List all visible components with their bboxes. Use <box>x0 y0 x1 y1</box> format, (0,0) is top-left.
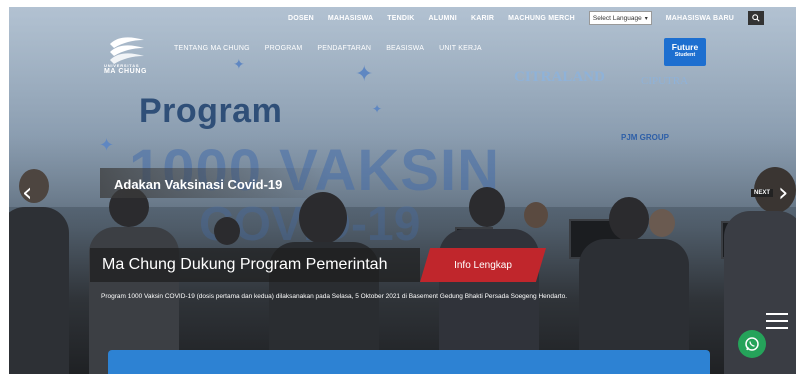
plus-decoration: ✦ <box>355 62 374 87</box>
plus-decoration: ✦ <box>99 135 115 156</box>
person-head <box>214 217 240 245</box>
main-nav-pendaftaran[interactable]: PENDAFTARAN <box>317 45 371 52</box>
hamburger-line <box>766 313 788 315</box>
hamburger-menu-icon[interactable] <box>766 313 788 339</box>
poster-title: Program <box>139 92 283 130</box>
plus-decoration: ✦ <box>372 102 383 116</box>
chevron-right-icon[interactable]: › <box>778 178 788 208</box>
top-nav: DOSEN MAHASISWA TENDIK ALUMNI KARIR MACH… <box>288 9 764 27</box>
main-nav: TENTANG MA CHUNG PROGRAM PENDAFTARAN BEA… <box>174 45 497 52</box>
main-nav-unit-kerja[interactable]: UNIT KERJA <box>439 45 482 52</box>
language-select-value: Select Language <box>592 14 642 22</box>
main-nav-program[interactable]: PROGRAM <box>265 45 303 52</box>
next-slide-label[interactable]: NEXT <box>751 189 774 197</box>
top-nav-alumni[interactable]: ALUMNI <box>429 15 457 22</box>
future-badge-title: Future <box>671 42 699 52</box>
main-nav-tentang[interactable]: TENTANG MA CHUNG <box>174 45 250 52</box>
logo-line-2: MA CHUNG <box>104 68 148 75</box>
top-nav-dosen[interactable]: DOSEN <box>288 15 314 22</box>
chevron-left-icon[interactable]: ‹ <box>22 178 32 208</box>
hamburger-line <box>766 327 788 329</box>
chevron-down-icon: ▾ <box>644 15 648 22</box>
slide-description: Program 1000 Vaksin COVID-19 (dosis pert… <box>101 293 567 300</box>
whatsapp-icon <box>745 337 759 351</box>
slide-caption-title: Ma Chung Dukung Program Pemerintah <box>102 256 388 273</box>
photo-crowd <box>9 167 796 374</box>
main-nav-beasiswa[interactable]: BEASISWA <box>386 45 424 52</box>
future-student-badge[interactable]: Future Student <box>664 38 706 66</box>
sponsor-logo-pjm: PJM GROUP <box>621 133 670 142</box>
person-head <box>299 192 347 244</box>
person-head <box>524 202 548 228</box>
language-select[interactable]: Select Language ▾ <box>588 11 652 25</box>
sponsor-logo-citraland: CITRALAND <box>514 69 605 85</box>
page: Program 1000 VAKSIN COVID-19 ✦ ✦ ✦ ✦ <box>0 0 796 374</box>
slide-ribbon-text: Adakan Vaksinasi Covid-19 <box>114 177 283 192</box>
person-body <box>9 207 69 374</box>
search-button[interactable] <box>747 11 764 25</box>
hamburger-line <box>766 320 788 322</box>
top-nav-tendik[interactable]: TENDIK <box>387 15 414 22</box>
person-head <box>649 209 675 237</box>
person-head <box>469 187 505 227</box>
top-nav-machung-merch[interactable]: MACHUNG MERCH <box>508 15 575 22</box>
info-lengkap-button[interactable]: Info Lengkap <box>420 248 546 282</box>
university-logo-text: UNIVERSITAS MA CHUNG <box>104 63 147 75</box>
person-head <box>609 197 649 241</box>
plus-decoration: ✦ <box>233 57 245 73</box>
top-nav-mahasiswa-baru[interactable]: MAHASISWA BARU <box>666 15 734 22</box>
future-badge-sub: Student <box>674 52 696 58</box>
top-nav-mahasiswa[interactable]: MAHASISWA <box>328 15 373 22</box>
sponsor-logo-ciputra: CIPUTRA <box>641 75 689 87</box>
whatsapp-button[interactable] <box>738 330 766 358</box>
bottom-panel <box>108 350 710 374</box>
info-lengkap-label: Info Lengkap <box>454 259 512 271</box>
top-nav-karir[interactable]: KARIR <box>471 15 494 22</box>
search-icon <box>752 14 760 22</box>
